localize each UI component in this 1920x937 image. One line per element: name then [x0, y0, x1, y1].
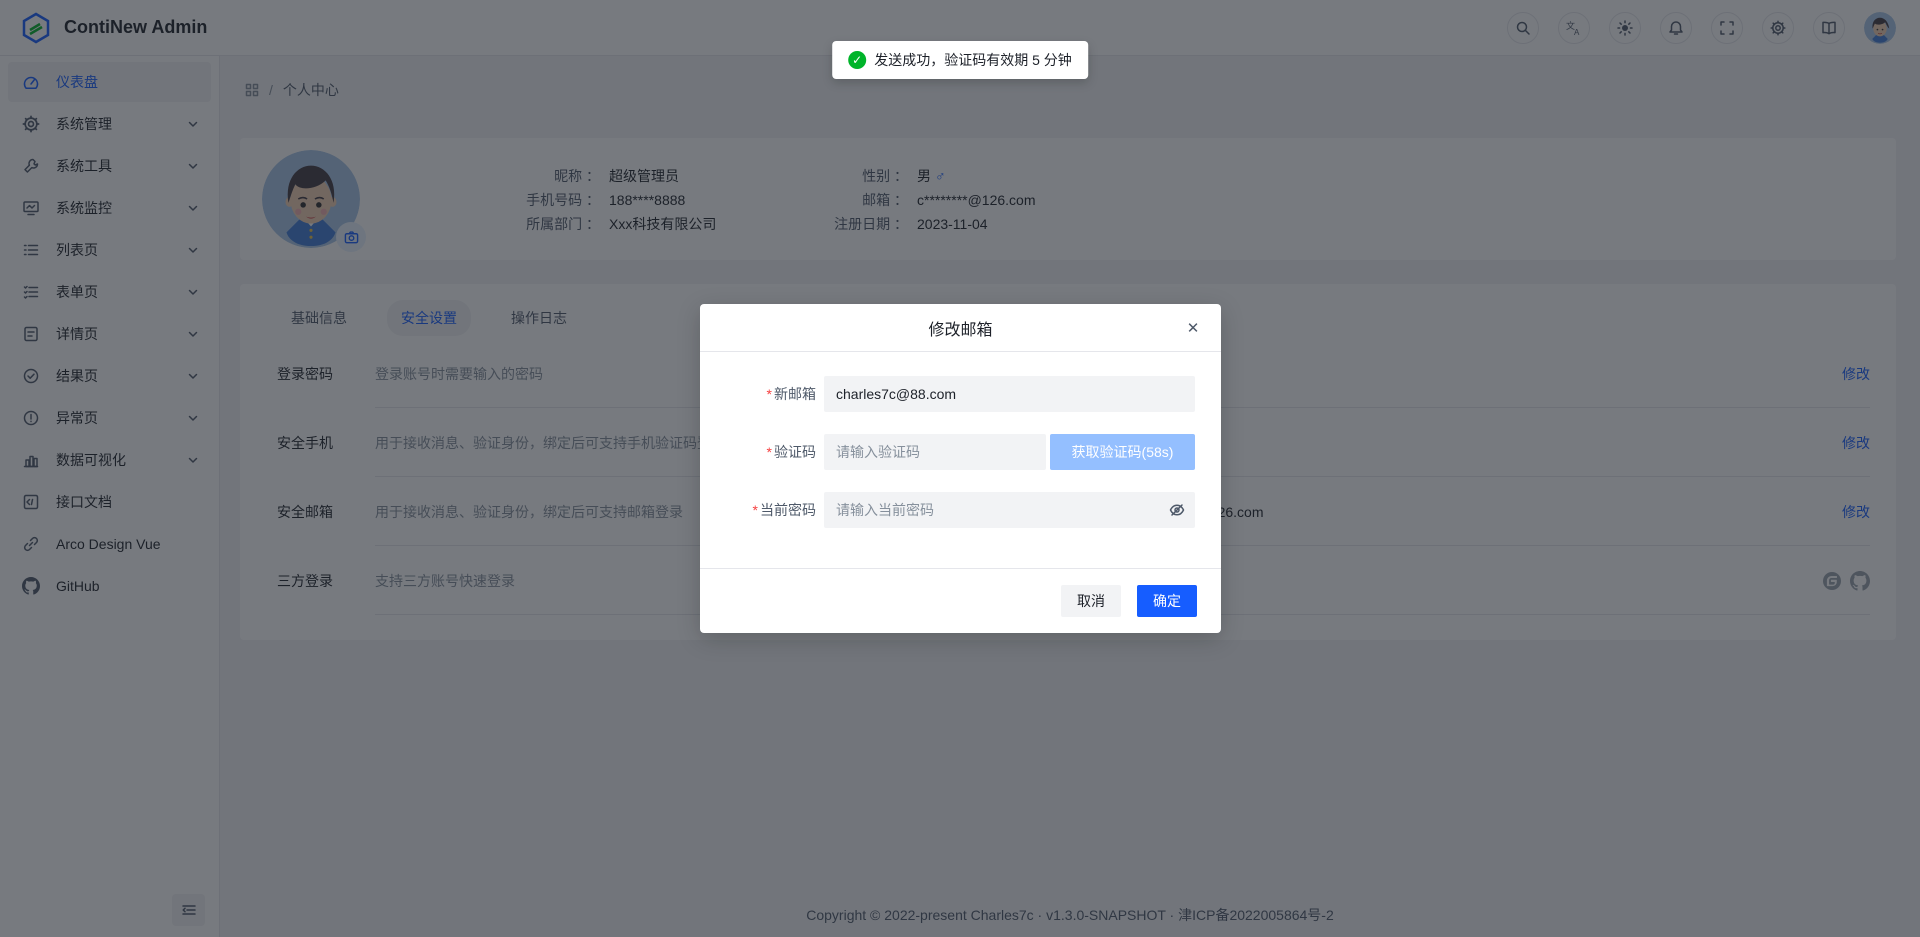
confirm-button[interactable]: 确定	[1137, 585, 1197, 617]
current-password-row: *当前密码	[700, 492, 1203, 528]
current-password-input[interactable]	[824, 492, 1195, 528]
modal-title: 修改邮箱	[928, 316, 992, 340]
toast-message: 发送成功，验证码有效期 5 分钟	[874, 50, 1072, 70]
new-email-input[interactable]	[824, 376, 1195, 412]
required-asterisk: *	[753, 502, 758, 518]
close-icon[interactable]: ✕	[1183, 318, 1203, 338]
eye-invisible-icon[interactable]	[1169, 502, 1185, 518]
change-email-modal: 修改邮箱 ✕ *新邮箱 *验证码 获取验证码(58s) *当前密码	[700, 304, 1221, 633]
verification-code-input[interactable]	[824, 434, 1046, 470]
required-asterisk: *	[767, 444, 772, 460]
new-email-row: *新邮箱	[700, 376, 1203, 412]
modal-header: 修改邮箱 ✕	[700, 304, 1221, 352]
current-password-label: 当前密码	[760, 502, 816, 518]
success-toast: ✓ 发送成功，验证码有效期 5 分钟	[832, 41, 1088, 79]
verification-code-row: *验证码 获取验证码(58s)	[700, 434, 1203, 470]
success-check-icon: ✓	[848, 51, 866, 69]
new-email-label: 新邮箱	[774, 386, 816, 402]
get-code-button[interactable]: 获取验证码(58s)	[1050, 434, 1195, 470]
verification-code-label: 验证码	[774, 444, 816, 460]
modal-body: *新邮箱 *验证码 获取验证码(58s) *当前密码	[700, 352, 1221, 528]
cancel-button[interactable]: 取消	[1061, 585, 1121, 617]
required-asterisk: *	[767, 386, 772, 402]
modal-footer: 取消 确定	[700, 568, 1221, 633]
